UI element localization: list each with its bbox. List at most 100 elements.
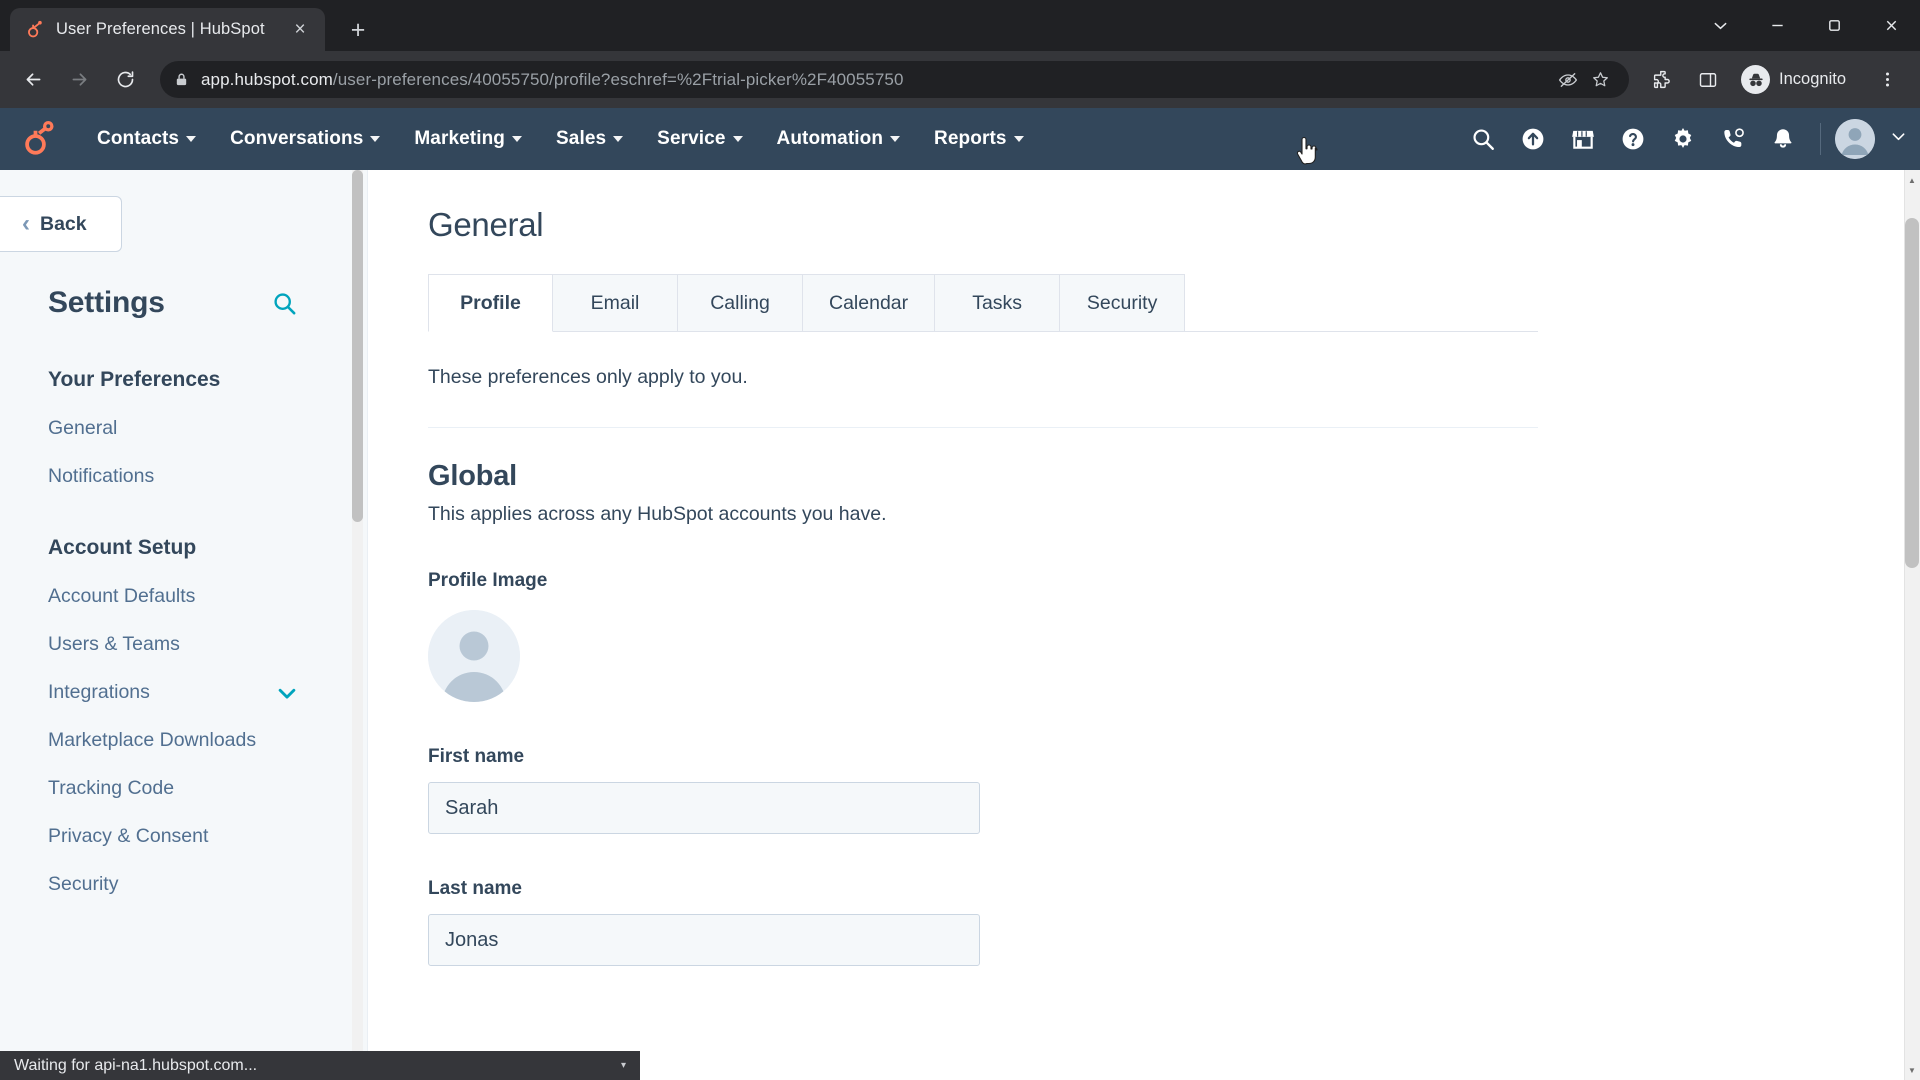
page-title: Settings <box>48 286 165 319</box>
settings-gear-icon[interactable] <box>1660 116 1706 162</box>
scroll-down-arrow-icon[interactable]: ▼ <box>1905 1062 1919 1078</box>
forward-button[interactable] <box>58 59 100 101</box>
kebab-menu-icon[interactable] <box>1866 59 1908 101</box>
back-label: Back <box>40 212 87 235</box>
window-controls <box>1692 0 1920 51</box>
nav-item-sales[interactable]: Sales <box>539 128 640 150</box>
browser-tabstrip: User Preferences | HubSpot × + <box>0 0 1920 51</box>
avatar[interactable] <box>1835 119 1875 159</box>
nav-item-reports[interactable]: Reports <box>917 128 1041 150</box>
scroll-up-arrow-icon[interactable]: ▲ <box>1905 172 1919 188</box>
marketplace-icon[interactable] <box>1560 116 1606 162</box>
app-body: ‹ Back Settings Your Preferences General… <box>0 170 1920 1080</box>
notifications-bell-icon[interactable] <box>1760 116 1806 162</box>
close-tab-icon[interactable]: × <box>287 17 313 43</box>
sidebar-item-label: Security <box>48 873 119 895</box>
chevron-down-icon <box>613 136 624 142</box>
sidebar-item-account-defaults[interactable]: Account Defaults <box>48 585 298 608</box>
tab-calendar[interactable]: Calendar <box>803 274 936 332</box>
last-name-input[interactable]: Jonas <box>428 914 980 966</box>
chevron-down-icon <box>890 136 901 142</box>
chevron-down-icon <box>186 136 197 142</box>
hubspot-sprocket-icon <box>26 20 45 39</box>
sidebar-item-label: Marketplace Downloads <box>48 729 257 751</box>
content-inner: General Profile Email Calling Calendar T… <box>368 170 1598 966</box>
sidebar-item-label: Notifications <box>48 465 155 487</box>
tab-security[interactable]: Security <box>1060 274 1186 332</box>
page-scrollbar-thumb[interactable] <box>1905 218 1919 568</box>
new-tab-button[interactable]: + <box>341 13 375 47</box>
field-label-last-name: Last name <box>428 878 522 899</box>
nav-item-marketing[interactable]: Marketing <box>397 128 539 150</box>
eye-slash-icon[interactable] <box>1553 65 1583 95</box>
browser-tab-title: User Preferences | HubSpot <box>56 20 265 38</box>
status-bar: Waiting for api-na1.hubspot.com... ▾ <box>0 1051 640 1080</box>
omnibox-actions <box>1553 65 1615 95</box>
chevron-down-icon <box>732 136 743 142</box>
bookmark-star-icon[interactable] <box>1585 65 1615 95</box>
tab-search-button[interactable] <box>1692 0 1749 51</box>
account-chevron-down-icon[interactable] <box>1891 129 1906 149</box>
search-icon[interactable] <box>271 290 298 317</box>
chevron-left-icon: ‹ <box>22 210 30 237</box>
sidebar-item-label: Integrations <box>48 681 150 703</box>
first-name-input[interactable]: Sarah <box>428 782 980 834</box>
help-icon[interactable] <box>1610 116 1656 162</box>
sidebar-item-users-teams[interactable]: Users & Teams <box>48 633 298 656</box>
nav-item-service[interactable]: Service <box>640 128 759 150</box>
calling-icon[interactable] <box>1710 116 1756 162</box>
preferences-tabs: Profile Email Calling Calendar Tasks Sec… <box>428 274 1538 332</box>
sidebar-item-general[interactable]: General <box>48 417 298 440</box>
nav-item-automation[interactable]: Automation <box>760 128 918 150</box>
search-icon[interactable] <box>1460 116 1506 162</box>
sidebar-item-notifications[interactable]: Notifications <box>48 465 298 488</box>
back-button[interactable] <box>12 59 54 101</box>
back-to-app-button[interactable]: ‹ Back <box>0 196 122 252</box>
chevron-down-icon <box>370 136 381 142</box>
sidebar-item-marketplace-downloads[interactable]: Marketplace Downloads <box>48 729 298 752</box>
sidebar-item-privacy-consent[interactable]: Privacy & Consent <box>48 825 298 848</box>
upgrade-icon[interactable] <box>1510 116 1556 162</box>
incognito-label: Incognito <box>1779 70 1846 88</box>
hubspot-sprocket-logo[interactable] <box>22 120 58 157</box>
incognito-avatar-icon <box>1741 65 1771 94</box>
extensions-puzzle-icon[interactable] <box>1641 59 1683 101</box>
tab-email[interactable]: Email <box>553 274 678 332</box>
side-panel-icon[interactable] <box>1687 59 1729 101</box>
address-bar[interactable]: app.hubspot.com/user-preferences/4005575… <box>160 61 1630 98</box>
incognito-profile-button[interactable]: Incognito <box>1733 61 1862 99</box>
hubspot-nav-actions <box>1460 116 1920 162</box>
sidebar-scrollbar-thumb[interactable] <box>352 170 363 522</box>
tab-tasks[interactable]: Tasks <box>935 274 1061 332</box>
sidebar-item-label: General <box>48 417 118 439</box>
maximize-button[interactable] <box>1806 0 1863 51</box>
status-text: Waiting for api-na1.hubspot.com... <box>14 1056 258 1074</box>
close-window-button[interactable] <box>1863 0 1920 51</box>
sidebar-item-security[interactable]: Security <box>48 873 298 896</box>
nav-item-conversations[interactable]: Conversations <box>213 128 397 150</box>
main-content: General Profile Email Calling Calendar T… <box>368 170 1920 1080</box>
content-page-title: General <box>428 206 544 243</box>
tab-profile[interactable]: Profile <box>428 274 553 332</box>
sidebar-item-tracking-code[interactable]: Tracking Code <box>48 777 298 800</box>
minimize-button[interactable] <box>1749 0 1806 51</box>
tab-calling[interactable]: Calling <box>678 274 803 332</box>
browser-tab[interactable]: User Preferences | HubSpot × <box>10 8 325 51</box>
field-label-profile-image: Profile Image <box>428 570 548 591</box>
sidebar-item-label: Privacy & Consent <box>48 825 209 847</box>
nav-label: Reports <box>934 128 1007 149</box>
chevron-down-icon <box>512 136 523 142</box>
reload-button[interactable] <box>104 59 146 101</box>
sidebar-item-label: Account Defaults <box>48 585 196 607</box>
sidebar-item-integrations[interactable]: Integrations <box>48 681 298 704</box>
profile-image-avatar[interactable] <box>428 610 520 702</box>
chevron-down-icon <box>1013 136 1024 142</box>
section-title-global: Global <box>428 460 518 492</box>
lock-icon <box>174 72 189 87</box>
url-path: /user-preferences/40055750/profile?eschr… <box>332 69 904 89</box>
sidebar-group-your-preferences: Your Preferences <box>48 368 221 391</box>
sidebar-group-account-setup: Account Setup <box>48 536 197 559</box>
nav-label: Automation <box>776 128 884 149</box>
section-divider <box>428 427 1538 428</box>
nav-item-contacts[interactable]: Contacts <box>80 128 213 150</box>
